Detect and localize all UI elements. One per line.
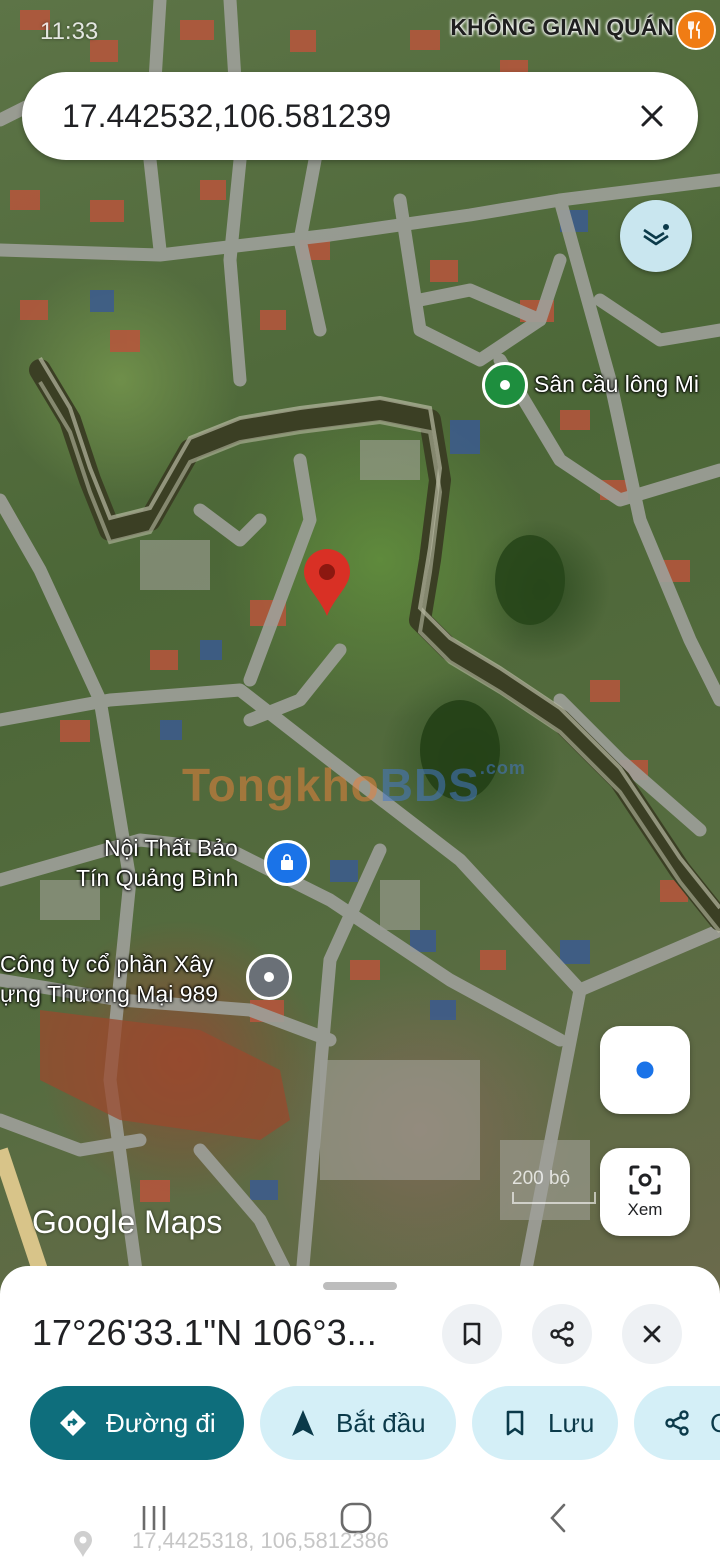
bookmark-icon	[498, 1406, 532, 1440]
back-icon	[550, 1503, 566, 1533]
coordinate-title: 17°26'33.1"N 106°3...	[32, 1312, 377, 1353]
place-label-company[interactable]: Công ty cổ phần Xây	[0, 950, 214, 979]
badminton-pin[interactable]	[482, 362, 528, 408]
my-location-button[interactable]	[600, 1026, 690, 1114]
my-location-icon	[633, 1058, 657, 1082]
layers-button[interactable]	[620, 200, 692, 272]
location-pin-icon	[74, 1531, 92, 1557]
back-button[interactable]	[538, 1498, 578, 1538]
shopping-pin[interactable]	[264, 840, 310, 886]
map-view[interactable]: 11:33 KHÔNG GIAN QUÁN 17.442532,106.5812…	[0, 0, 720, 1300]
share-button[interactable]: C	[634, 1386, 720, 1460]
save-button[interactable]: Lưu	[472, 1386, 618, 1460]
share-icon-button[interactable]	[532, 1304, 592, 1364]
clear-search-button[interactable]	[622, 86, 682, 146]
sheet-drag-handle[interactable]	[323, 1282, 397, 1290]
share-icon	[660, 1406, 694, 1440]
company-pin[interactable]	[246, 954, 292, 1000]
place-label-badminton[interactable]: Sân cầu lông Mi	[534, 370, 699, 399]
scale-bar	[512, 1192, 596, 1204]
lens-button[interactable]: Xem	[600, 1148, 690, 1236]
directions-icon	[56, 1406, 90, 1440]
shopping-bag-icon	[281, 854, 293, 870]
close-icon	[643, 1325, 661, 1343]
lens-icon	[629, 1165, 661, 1195]
place-label-furniture[interactable]: Nội Thất Bảo	[104, 834, 238, 863]
scale-label: 200 bộ	[512, 1168, 571, 1189]
bookmark-icon	[463, 1322, 481, 1346]
place-label-furniture-line2[interactable]: Tín Quảng Bình	[76, 864, 238, 893]
status-time: 11:33	[40, 18, 99, 45]
start-button[interactable]: Bắt đầu	[260, 1386, 456, 1460]
restaurant-icon[interactable]	[676, 10, 716, 50]
share-icon	[550, 1321, 574, 1347]
faded-coordinates: 17,4425318, 106,5812386	[132, 1528, 389, 1553]
watermark: TongkhoBDS.com	[182, 758, 526, 811]
close-icon	[641, 105, 663, 127]
google-maps-logo: Google Maps	[32, 1204, 223, 1240]
close-sheet-button[interactable]	[622, 1304, 682, 1364]
xem-label: Xem	[627, 1200, 663, 1219]
search-input[interactable]: 17.442532,106.581239	[62, 98, 622, 135]
action-chips: Đường đi Bắt đầu Lưu C	[30, 1386, 720, 1460]
directions-button[interactable]: Đường đi	[30, 1386, 244, 1460]
dropped-pin-icon[interactable]	[302, 548, 352, 618]
navigation-arrow-icon	[286, 1406, 320, 1440]
place-label-khong-gian-quan[interactable]: KHÔNG GIAN QUÁN	[450, 14, 674, 41]
place-label-company-line2[interactable]: ựng Thương Mại 989	[0, 980, 218, 1009]
save-icon-button[interactable]	[442, 1304, 502, 1364]
place-sheet[interactable]: 17°26'33.1"N 106°3... Đường đi Bắt đầu L…	[0, 1266, 720, 1560]
layers-icon	[643, 224, 669, 246]
search-bar[interactable]: 17.442532,106.581239	[22, 72, 698, 160]
